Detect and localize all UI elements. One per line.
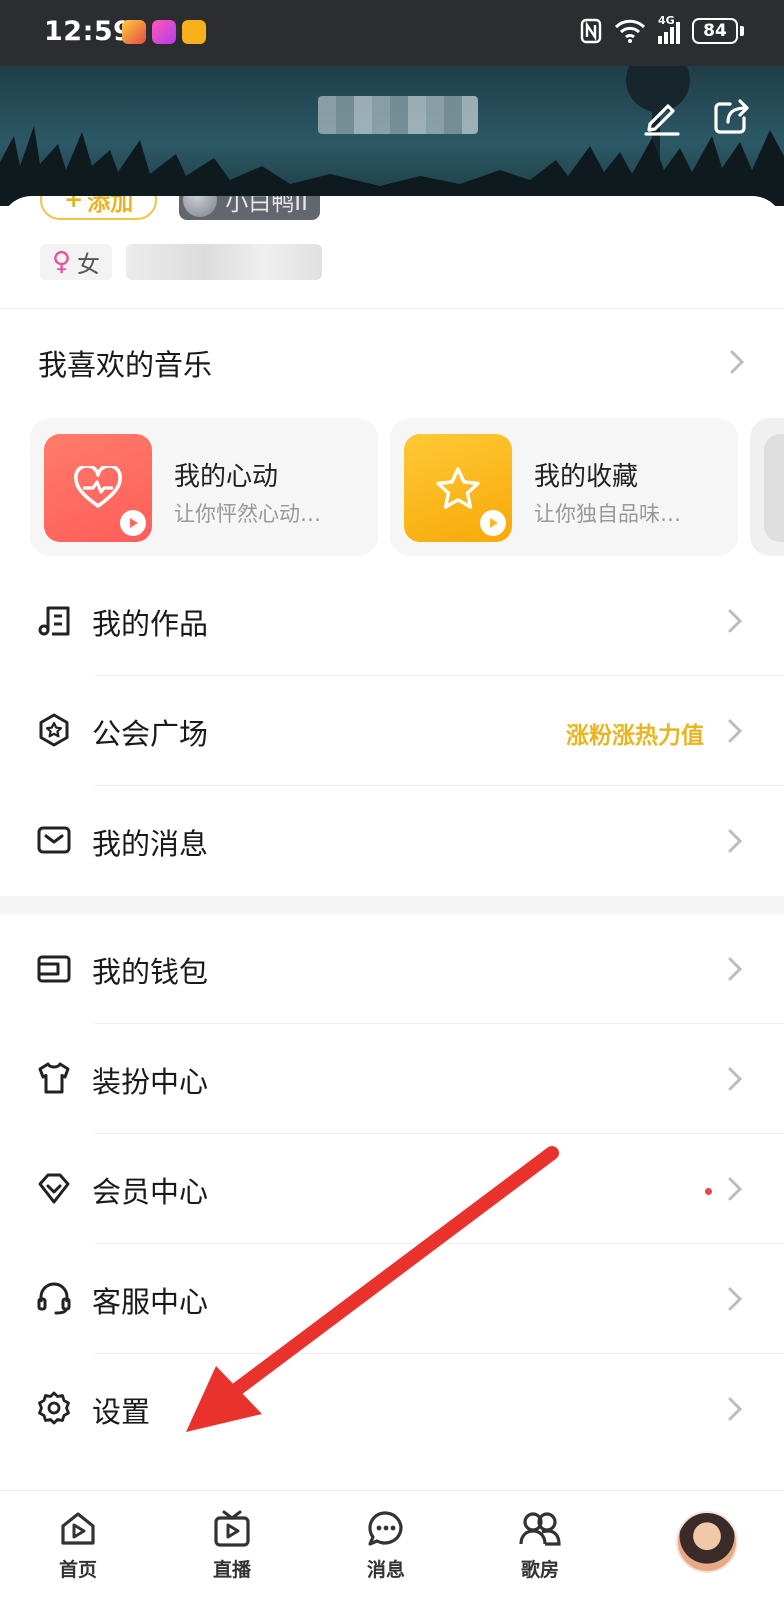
- chevron-right-icon: [728, 1177, 742, 1201]
- cell-signal-icon: 4G: [658, 14, 680, 44]
- heart-pulse-icon: [74, 466, 122, 508]
- menu-item-label: 我的作品: [92, 607, 209, 641]
- home-play-icon: [61, 1512, 95, 1545]
- playlist-cover: [764, 434, 784, 542]
- star-icon: [436, 467, 480, 509]
- menu-item-label: 设置: [92, 1395, 151, 1429]
- share-button[interactable]: [710, 94, 754, 138]
- shirt-icon: [38, 1062, 70, 1094]
- profile-banner: [0, 66, 784, 206]
- play-icon[interactable]: [480, 510, 506, 536]
- chevron-right-icon: [728, 1067, 742, 1091]
- chevron-right-icon: [728, 719, 742, 743]
- music-card-collection[interactable]: 我的收藏 让你独自品味…: [390, 418, 738, 556]
- app-notification-icon: [122, 20, 146, 44]
- menu-item-label: 客服中心: [92, 1285, 209, 1319]
- menu-item-guild-square[interactable]: 公会广场 涨粉涨热力值: [0, 676, 784, 786]
- gender-tag: ♀ 女: [40, 244, 113, 280]
- play-icon[interactable]: [120, 510, 146, 536]
- music-card-title: 我的心动: [174, 462, 279, 492]
- nav-tab-live[interactable]: 直播: [182, 1501, 282, 1591]
- promo-text: 涨粉涨热力值: [566, 723, 704, 749]
- username-blurred: [318, 96, 478, 134]
- plus-icon: +: [64, 196, 84, 213]
- tv-icon: [214, 1510, 250, 1547]
- menu-item-settings[interactable]: 设置: [0, 1354, 784, 1464]
- level-badge[interactable]: 小白鸭II: [179, 196, 320, 220]
- menu-item-my-messages[interactable]: 我的消息: [0, 786, 784, 896]
- menu-item-label: 我的消息: [92, 827, 209, 861]
- add-button[interactable]: + 添加: [40, 196, 158, 220]
- menu-item-vip-center[interactable]: 会员中心: [0, 1134, 784, 1244]
- menu-item-customer-service[interactable]: 客服中心: [0, 1244, 784, 1354]
- people-icon: [519, 1512, 561, 1546]
- menu-item-wallet[interactable]: 我的钱包: [0, 914, 784, 1024]
- chevron-right-icon: [728, 957, 742, 981]
- gender-label: 女: [77, 252, 101, 278]
- menu-item-label: 装扮中心: [92, 1065, 209, 1099]
- music-card-partial[interactable]: [750, 418, 784, 556]
- headset-icon: [37, 1282, 71, 1315]
- nav-tab-karaoke-room[interactable]: 歌房: [490, 1501, 590, 1591]
- avatar[interactable]: [676, 1511, 738, 1573]
- music-card-subtitle: 让你独自品味…: [534, 502, 681, 526]
- chevron-right-icon: [728, 1287, 742, 1311]
- nav-tab-label: 歌房: [520, 1559, 559, 1581]
- collection-playlist-cover: [404, 434, 512, 542]
- diamond-level-icon: [183, 196, 218, 217]
- level-badge-label: 小白鸭II: [225, 196, 308, 216]
- app-notification-icon: [182, 20, 206, 44]
- nav-tab-messages[interactable]: 消息: [336, 1501, 436, 1591]
- gear-icon: [38, 1391, 70, 1425]
- music-card-subtitle: 让你怦然心动…: [174, 502, 321, 526]
- menu-item-dress-up[interactable]: 装扮中心: [0, 1024, 784, 1134]
- diamond-icon: [38, 1173, 70, 1204]
- profile-card: + 添加 小白鸭II ♀ 女 我喜欢的音乐 我的心动 让你怦然心动… 我的收藏 …: [0, 196, 784, 1490]
- chat-icon: [368, 1511, 403, 1546]
- nfc-icon: [580, 18, 602, 44]
- profile-badges: + 添加 小白鸭II: [40, 196, 320, 220]
- profile-info-blurred: [126, 244, 323, 280]
- wifi-icon: [614, 19, 646, 43]
- mail-icon: [37, 826, 71, 854]
- menu-item-my-works[interactable]: 我的作品: [0, 566, 784, 676]
- nav-tab-label: 直播: [212, 1559, 251, 1581]
- divider: [0, 308, 784, 309]
- network-type: 4G: [658, 14, 675, 27]
- chevron-right-icon: [728, 609, 742, 633]
- battery-level: 84: [692, 18, 738, 44]
- heartbeat-playlist-cover: [44, 434, 152, 542]
- profile-tags: ♀ 女: [40, 244, 323, 280]
- section-title: 我喜欢的音乐: [38, 348, 213, 382]
- edit-profile-button[interactable]: [640, 94, 684, 138]
- menu-item-label: 公会广场: [92, 717, 209, 751]
- pencil-icon: [644, 104, 680, 136]
- music-card-heartbeat[interactable]: 我的心动 让你怦然心动…: [30, 418, 378, 556]
- menu-item-label: 会员中心: [92, 1175, 209, 1209]
- notification-dot: [705, 1188, 712, 1195]
- section-separator: [0, 896, 784, 914]
- chevron-right-icon: [730, 350, 744, 374]
- menu-item-label: 我的钱包: [92, 955, 209, 989]
- battery-icon: 84: [692, 18, 744, 44]
- wallet-icon: [37, 955, 71, 983]
- guild-icon: [39, 713, 69, 747]
- status-indicators: 4G 84: [580, 14, 744, 44]
- music-card-title: 我的收藏: [534, 462, 639, 492]
- add-label: 添加: [87, 196, 134, 216]
- chevron-right-icon: [728, 1397, 742, 1421]
- app-notification-icon: [152, 20, 176, 44]
- nav-tab-label: 消息: [366, 1559, 405, 1581]
- music-list-icon: [38, 606, 70, 636]
- nav-tab-label: 首页: [58, 1559, 97, 1581]
- bottom-nav: 首页 直播 消息 歌房: [0, 1490, 784, 1600]
- share-icon: [714, 99, 749, 134]
- female-icon: ♀: [52, 247, 72, 277]
- chevron-right-icon: [728, 829, 742, 853]
- status-app-icons: [122, 20, 206, 44]
- status-bar: 12:59 4G 84: [0, 0, 784, 66]
- status-time: 12:59: [44, 16, 133, 47]
- nav-tab-home[interactable]: 首页: [28, 1501, 128, 1591]
- favorite-music-header[interactable]: 我喜欢的音乐: [0, 310, 784, 410]
